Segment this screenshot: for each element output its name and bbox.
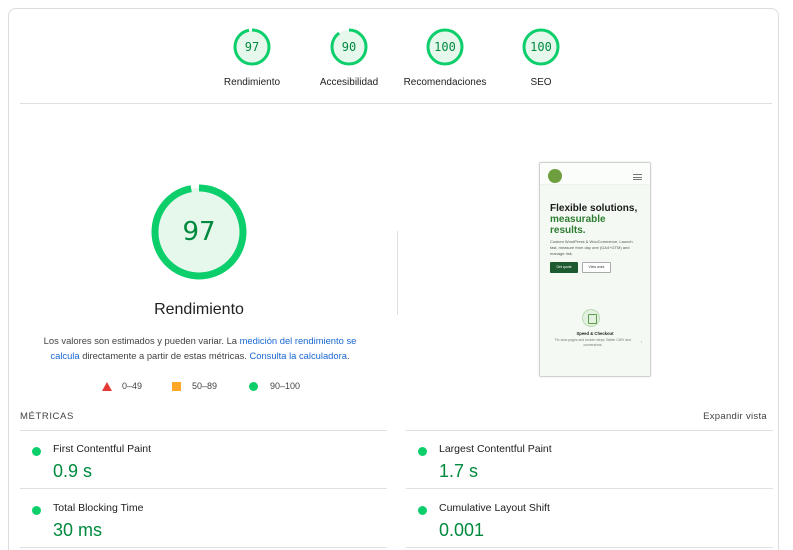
metric-name: Cumulative Layout Shift bbox=[439, 502, 550, 514]
thumb-heading-line: Flexible solutions, bbox=[550, 203, 638, 214]
gauge-ring: 100 bbox=[521, 27, 561, 67]
metrics-divider bbox=[20, 547, 387, 548]
thumb-heading-line: measurable bbox=[550, 214, 606, 225]
gauge-label: SEO bbox=[530, 77, 552, 88]
vertical-divider bbox=[397, 231, 398, 315]
legend-pass-label: 90–100 bbox=[270, 381, 301, 391]
gauge-ring: 90 bbox=[329, 27, 369, 67]
metric-value: 1.7 s bbox=[439, 461, 479, 481]
gauge-score: 100 bbox=[530, 40, 552, 54]
square-icon bbox=[172, 381, 181, 391]
metric-tbt: Total Blocking Time 30 ms bbox=[20, 499, 380, 550]
score-legend: 0–49 50–89 90–100 bbox=[9, 381, 389, 395]
header-divider bbox=[20, 103, 772, 104]
gauge-label: Recomendaciones bbox=[403, 77, 487, 88]
calculator-link[interactable]: Consulta la calculadora bbox=[249, 350, 346, 361]
metrics-divider bbox=[406, 430, 773, 431]
metrics-divider bbox=[20, 430, 387, 431]
leaf-logo-icon bbox=[548, 169, 562, 183]
metric-name: First Contentful Paint bbox=[53, 443, 152, 455]
thumb-feature-text: Fix slow pages and broken steps. Better … bbox=[555, 338, 631, 347]
gauge-label: Rendimiento bbox=[223, 77, 281, 88]
legend-fail-label: 0–49 bbox=[122, 381, 143, 391]
gauge-performance[interactable]: 97 Rendimiento bbox=[207, 27, 297, 88]
thumb-heading: Flexible solutions, measurable results. bbox=[550, 203, 650, 236]
pass-circle-icon bbox=[32, 506, 41, 515]
thumb-heading-line: results. bbox=[550, 225, 586, 236]
pass-circle-icon bbox=[32, 447, 41, 456]
circle-icon bbox=[249, 381, 258, 391]
chevron-right-icon: › bbox=[640, 339, 642, 344]
metric-value: 0.001 bbox=[439, 520, 485, 540]
triangle-icon bbox=[102, 381, 112, 391]
metrics-heading: MÉTRICAS bbox=[20, 411, 74, 422]
legend-average: 50–89 bbox=[172, 381, 217, 391]
metric-name: Largest Contentful Paint bbox=[439, 443, 552, 455]
performance-title: Rendimiento bbox=[154, 301, 244, 318]
final-screenshot[interactable]: Flexible solutions, measurable results. … bbox=[539, 162, 651, 377]
performance-gauge: 97 bbox=[150, 183, 248, 281]
gauge-ring: 100 bbox=[425, 27, 465, 67]
gauge-score: 97 bbox=[244, 40, 260, 54]
desc-text: Los valores son estimados y pueden varia… bbox=[43, 335, 240, 346]
gauge-accessibility[interactable]: 90 Accesibilidad bbox=[304, 27, 394, 88]
menu-icon bbox=[633, 174, 642, 180]
cart-icon bbox=[582, 309, 600, 327]
legend-fail: 0–49 bbox=[102, 381, 142, 391]
lighthouse-report-card: 97 Rendimiento 90 Accesibilidad 100 Reco… bbox=[8, 8, 779, 550]
desc-text: directamente a partir de estas métricas. bbox=[79, 350, 250, 361]
desc-text: . bbox=[346, 350, 350, 361]
metric-value: 30 ms bbox=[53, 520, 103, 540]
legend-average-label: 50–89 bbox=[192, 381, 218, 391]
metrics-divider bbox=[20, 488, 387, 489]
thumb-subtext: Custom WordPress & WooCommerce, Launch f… bbox=[550, 239, 633, 256]
metric-cls: Cumulative Layout Shift 0.001 bbox=[406, 499, 766, 550]
performance-description: Los valores son estimados y pueden varia… bbox=[33, 333, 367, 363]
gauge-label: Accesibilidad bbox=[319, 77, 379, 88]
category-gauges: 97 Rendimiento 90 Accesibilidad 100 Reco… bbox=[9, 9, 778, 104]
thumb-nav bbox=[540, 163, 650, 185]
metric-name: Total Blocking Time bbox=[53, 502, 144, 514]
thumb-primary-button: Get quote bbox=[550, 262, 578, 273]
legend-pass: 90–100 bbox=[249, 381, 300, 391]
gauge-score: 90 bbox=[341, 40, 357, 54]
metric-value: 0.9 s bbox=[53, 461, 93, 481]
gauge-ring: 97 bbox=[232, 27, 272, 67]
expand-view-toggle[interactable]: Expandir vista bbox=[703, 411, 767, 422]
thumb-feature-title: Speed & Checkout bbox=[576, 331, 614, 336]
gauge-score: 100 bbox=[434, 40, 456, 54]
pass-circle-icon bbox=[418, 447, 427, 456]
gauge-seo[interactable]: 100 SEO bbox=[496, 27, 586, 88]
metrics-divider bbox=[406, 488, 773, 489]
gauge-best-practices[interactable]: 100 Recomendaciones bbox=[400, 27, 490, 88]
pass-circle-icon bbox=[418, 506, 427, 515]
thumb-secondary-button: View work bbox=[582, 262, 611, 273]
performance-score: 97 bbox=[182, 217, 216, 247]
metrics-divider bbox=[406, 547, 773, 548]
